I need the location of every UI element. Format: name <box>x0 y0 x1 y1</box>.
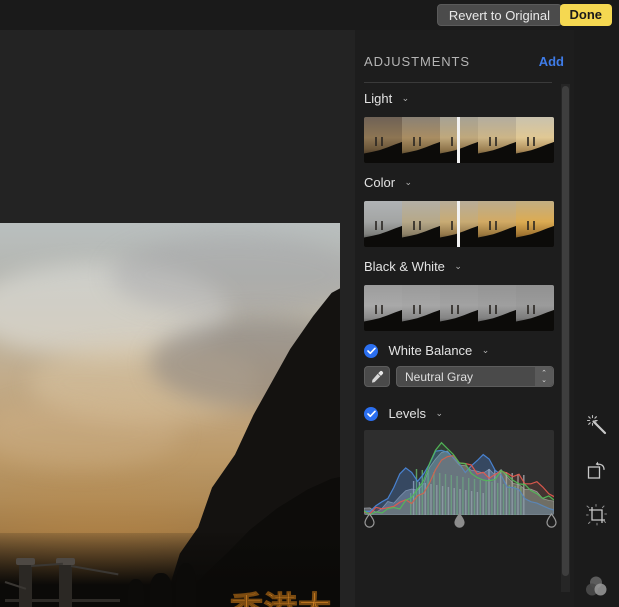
eyedropper-icon <box>372 370 384 383</box>
stepper-down-icon[interactable]: ⌄ <box>541 377 547 384</box>
suspension-bridge <box>4 543 120 607</box>
stepper-up-icon[interactable]: ⌃ <box>541 370 547 377</box>
bridge-tower <box>56 558 75 607</box>
chevron-down-icon[interactable]: ⌄ <box>482 345 490 356</box>
white-balance-control: Neutral Gray ⌃ ⌄ <box>364 366 554 387</box>
white-balance-mode-value: Neutral Gray <box>405 369 474 384</box>
adjustments-header: ADJUSTMENTS Add <box>364 54 564 69</box>
crop-button[interactable] <box>580 498 614 532</box>
group-label-color[interactable]: Color <box>364 175 395 190</box>
tree-silhouette <box>128 579 144 605</box>
thumbnail[interactable] <box>364 285 402 331</box>
group-label-black-and-white[interactable]: Black & White <box>364 259 445 274</box>
cloud-shape <box>0 398 180 468</box>
filters-button[interactable] <box>580 570 614 604</box>
photos-edit-window: Revert to Original Done 香港 <box>0 0 619 607</box>
adjustment-group-light: Light ⌄ <box>364 90 564 163</box>
white-balance-row: White Balance ⌄ <box>364 342 489 360</box>
chevron-down-icon[interactable]: ⌄ <box>405 177 413 188</box>
levels-row: Levels ⌄ <box>364 405 443 423</box>
thumbnail[interactable] <box>440 285 478 331</box>
thumbnail[interactable] <box>516 117 554 163</box>
thumbnail[interactable] <box>364 117 402 163</box>
thumbnail[interactable] <box>402 117 440 163</box>
group-label-white-balance[interactable]: White Balance <box>388 343 472 358</box>
tree-silhouette <box>150 573 172 607</box>
levels-handles <box>364 513 557 529</box>
color-thumbnail-strip[interactable] <box>364 201 554 247</box>
photo-image[interactable] <box>0 223 340 607</box>
chevron-down-icon[interactable]: ⌄ <box>435 408 443 419</box>
thumbnail[interactable] <box>516 285 554 331</box>
header-divider <box>364 82 552 83</box>
thumbnail[interactable] <box>402 285 440 331</box>
panel-title: ADJUSTMENTS <box>364 54 470 69</box>
thumbnail[interactable] <box>478 117 516 163</box>
thumbnail[interactable] <box>364 201 402 247</box>
stepper-icon[interactable]: ⌃ ⌄ <box>535 367 553 386</box>
thumbnail[interactable] <box>478 285 516 331</box>
midpoint-handle[interactable] <box>454 513 465 528</box>
auto-enhance-icon <box>586 414 606 435</box>
thumbnail[interactable] <box>478 201 516 247</box>
edit-tools-rail <box>574 30 619 607</box>
white-balance-mode-select[interactable]: Neutral Gray ⌃ ⌄ <box>396 366 554 387</box>
done-button[interactable]: Done <box>559 4 612 26</box>
eyedropper-button[interactable] <box>364 366 390 387</box>
auto-enhance-button[interactable] <box>580 408 614 442</box>
black-and-white-thumbnail-strip[interactable] <box>364 285 554 331</box>
crop-icon <box>585 504 607 526</box>
top-toolbar: Revert to Original Done <box>0 0 619 30</box>
group-label-levels[interactable]: Levels <box>388 406 426 421</box>
white-balance-checkbox[interactable] <box>364 343 378 358</box>
revert-to-original-button[interactable]: Revert to Original <box>436 4 562 26</box>
group-label-light[interactable]: Light <box>364 91 392 106</box>
tree-silhouette <box>176 563 196 607</box>
chevron-down-icon[interactable]: ⌄ <box>402 93 410 104</box>
panel-scrollbar-thumb[interactable] <box>562 86 569 576</box>
white-point-handle[interactable] <box>546 513 557 528</box>
histogram-chart <box>364 441 554 515</box>
levels-histogram[interactable] <box>364 430 554 515</box>
add-adjustment-button[interactable]: Add <box>539 54 564 69</box>
thumbnail[interactable] <box>516 201 554 247</box>
color-slider-handle[interactable] <box>457 201 461 247</box>
light-thumbnail-strip[interactable] <box>364 117 554 163</box>
light-slider-handle[interactable] <box>457 117 461 163</box>
bridge-tower <box>16 558 35 607</box>
photo-canvas[interactable]: 香港大笪地 <box>0 30 355 607</box>
rotate-button[interactable] <box>580 453 614 487</box>
chevron-down-icon[interactable]: ⌄ <box>454 261 462 272</box>
levels-checkbox[interactable] <box>364 406 378 421</box>
photo-watermark: 香港大笪地 <box>230 582 355 607</box>
thumbnail[interactable] <box>402 201 440 247</box>
filters-icon <box>585 576 606 596</box>
adjustment-group-color: Color ⌄ <box>364 174 564 247</box>
adjustments-panel: ADJUSTMENTS Add Light ⌄ Color ⌄ Black & … <box>355 30 574 607</box>
rotate-icon <box>587 461 605 479</box>
black-point-handle[interactable] <box>364 513 375 528</box>
adjustment-group-black-and-white: Black & White ⌄ <box>364 258 564 331</box>
bridge-cable <box>70 565 119 576</box>
